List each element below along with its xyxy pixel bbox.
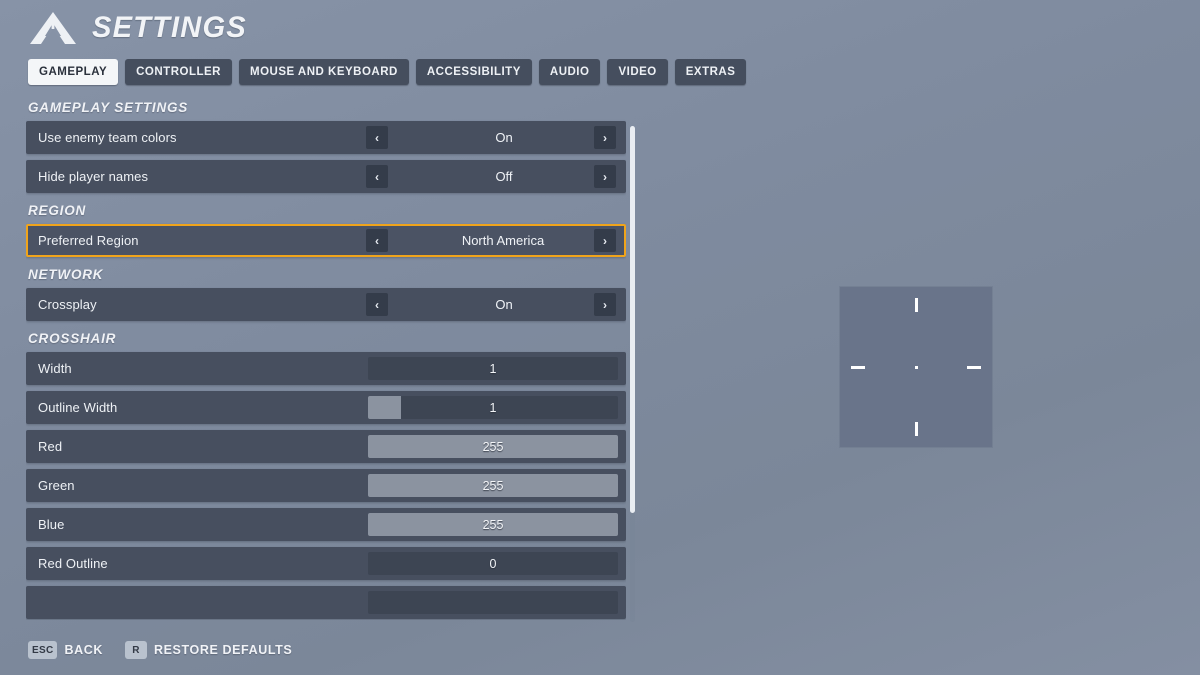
section-heading-gameplay-settings: GAMEPLAY SETTINGS (28, 100, 189, 115)
slider-value: 0 (489, 556, 497, 571)
slider-track[interactable] (368, 591, 618, 614)
chevron-left-icon[interactable]: ‹ (366, 165, 388, 188)
setting-label: Hide player names (38, 169, 149, 184)
tab-accessibility[interactable]: ACCESSIBILITY (415, 59, 532, 85)
tab-controller[interactable]: CONTROLLER (125, 59, 232, 85)
slider-value: 255 (482, 517, 504, 532)
chevron-left-icon[interactable]: ‹ (366, 229, 388, 252)
section-heading-network: NETWORK (28, 267, 104, 282)
header: SETTINGS (28, 10, 252, 46)
chevron-right-icon[interactable]: › (594, 165, 616, 188)
option-value: North America (461, 233, 545, 248)
setting-row-row-6[interactable] (26, 586, 626, 619)
hint-label: RESTORE DEFAULTS (153, 643, 293, 657)
setting-row-hide-player-names[interactable]: Hide player names ‹ Off › (26, 160, 626, 193)
chevron-right-icon[interactable]: › (594, 229, 616, 252)
chevron-right-icon[interactable]: › (594, 126, 616, 149)
chevron-left-icon[interactable]: ‹ (366, 126, 388, 149)
scrollbar-thumb[interactable] (630, 126, 635, 513)
crosshair-tick-top (914, 298, 918, 312)
settings-list[interactable]: GAMEPLAY SETTINGS Use enemy team colors ‹ O… (26, 100, 626, 620)
option-value: On (495, 297, 513, 312)
slider-track[interactable]: 0 (368, 552, 618, 575)
section-heading-crosshair: CROSSHAIR (28, 331, 117, 346)
slider-track[interactable]: 255 (368, 435, 618, 458)
slider-track[interactable]: 1 (368, 357, 618, 380)
setting-row-blue[interactable]: Blue 255 (26, 508, 626, 541)
setting-label: Red (38, 439, 63, 454)
setting-row-width[interactable]: Width 1 (26, 352, 626, 385)
slider-value: 255 (482, 478, 504, 493)
tab-mouse-and-keyboard[interactable]: MOUSE AND KEYBOARD (238, 59, 409, 85)
section-heading-region: REGION (28, 203, 87, 218)
hint-label: BACK (64, 643, 103, 657)
setting-label: Crossplay (38, 297, 97, 312)
setting-label: Red Outline (38, 556, 108, 571)
tab-video[interactable]: VIDEO (607, 59, 668, 85)
setting-row-crossplay[interactable]: Crossplay ‹ On › (26, 288, 626, 321)
setting-label: Width (38, 361, 72, 376)
option-control: ‹ On › (356, 121, 626, 154)
option-value: On (495, 130, 513, 145)
option-control: ‹ North America › (358, 226, 624, 255)
slider-track[interactable]: 1 (368, 396, 618, 419)
overwatch-triangle-logo-icon (28, 10, 78, 46)
setting-row-red-outline[interactable]: Red Outline 0 (26, 547, 626, 580)
slider-value: 1 (489, 400, 497, 415)
crosshair-tick-bottom (914, 422, 918, 436)
key-badge: R (124, 641, 147, 659)
hint-back[interactable]: ESC BACK (28, 641, 103, 659)
hint-restore-defaults[interactable]: R RESTORE DEFAULTS (124, 641, 293, 659)
slider-track[interactable]: 255 (368, 513, 618, 536)
option-control: ‹ Off › (356, 160, 626, 193)
page-title: SETTINGS (92, 11, 247, 44)
chevron-right-icon[interactable]: › (594, 293, 616, 316)
crosshair-tick-left (851, 365, 865, 369)
setting-label: Use enemy team colors (38, 130, 177, 145)
slider-track[interactable]: 255 (368, 474, 618, 497)
slider-value: 1 (489, 361, 497, 376)
option-control: ‹ On › (356, 288, 626, 321)
setting-label: Preferred Region (38, 233, 139, 248)
setting-row-red[interactable]: Red 255 (26, 430, 626, 463)
tab-gameplay[interactable]: GAMEPLAY (28, 59, 119, 85)
option-value: Off (495, 169, 513, 184)
tab-bar: GAMEPLAY CONTROLLER MOUSE AND KEYBOARD ACCE… (28, 59, 747, 85)
setting-label: Outline Width (38, 400, 118, 415)
key-badge: ESC (28, 641, 58, 659)
tab-audio[interactable]: AUDIO (538, 59, 601, 85)
footer-hints: ESC BACK R RESTORE DEFAULTS (28, 641, 292, 659)
scrollbar-track[interactable] (630, 126, 635, 622)
setting-row-outline-width[interactable]: Outline Width 1 (26, 391, 626, 424)
setting-label: Blue (38, 517, 65, 532)
setting-row-green[interactable]: Green 255 (26, 469, 626, 502)
setting-row-preferred-region[interactable]: Preferred Region ‹ North America › (26, 224, 626, 257)
setting-label: Green (38, 478, 75, 493)
slider-value (368, 591, 618, 614)
crosshair-tick-right (967, 365, 981, 369)
slider-value: 255 (482, 439, 504, 454)
tab-extras[interactable]: EXTRAS (674, 59, 747, 85)
crosshair-center-dot-icon (914, 365, 918, 369)
chevron-left-icon[interactable]: ‹ (366, 293, 388, 316)
setting-row-use-enemy-team-colors[interactable]: Use enemy team colors ‹ On › (26, 121, 626, 154)
crosshair-preview (840, 287, 992, 447)
